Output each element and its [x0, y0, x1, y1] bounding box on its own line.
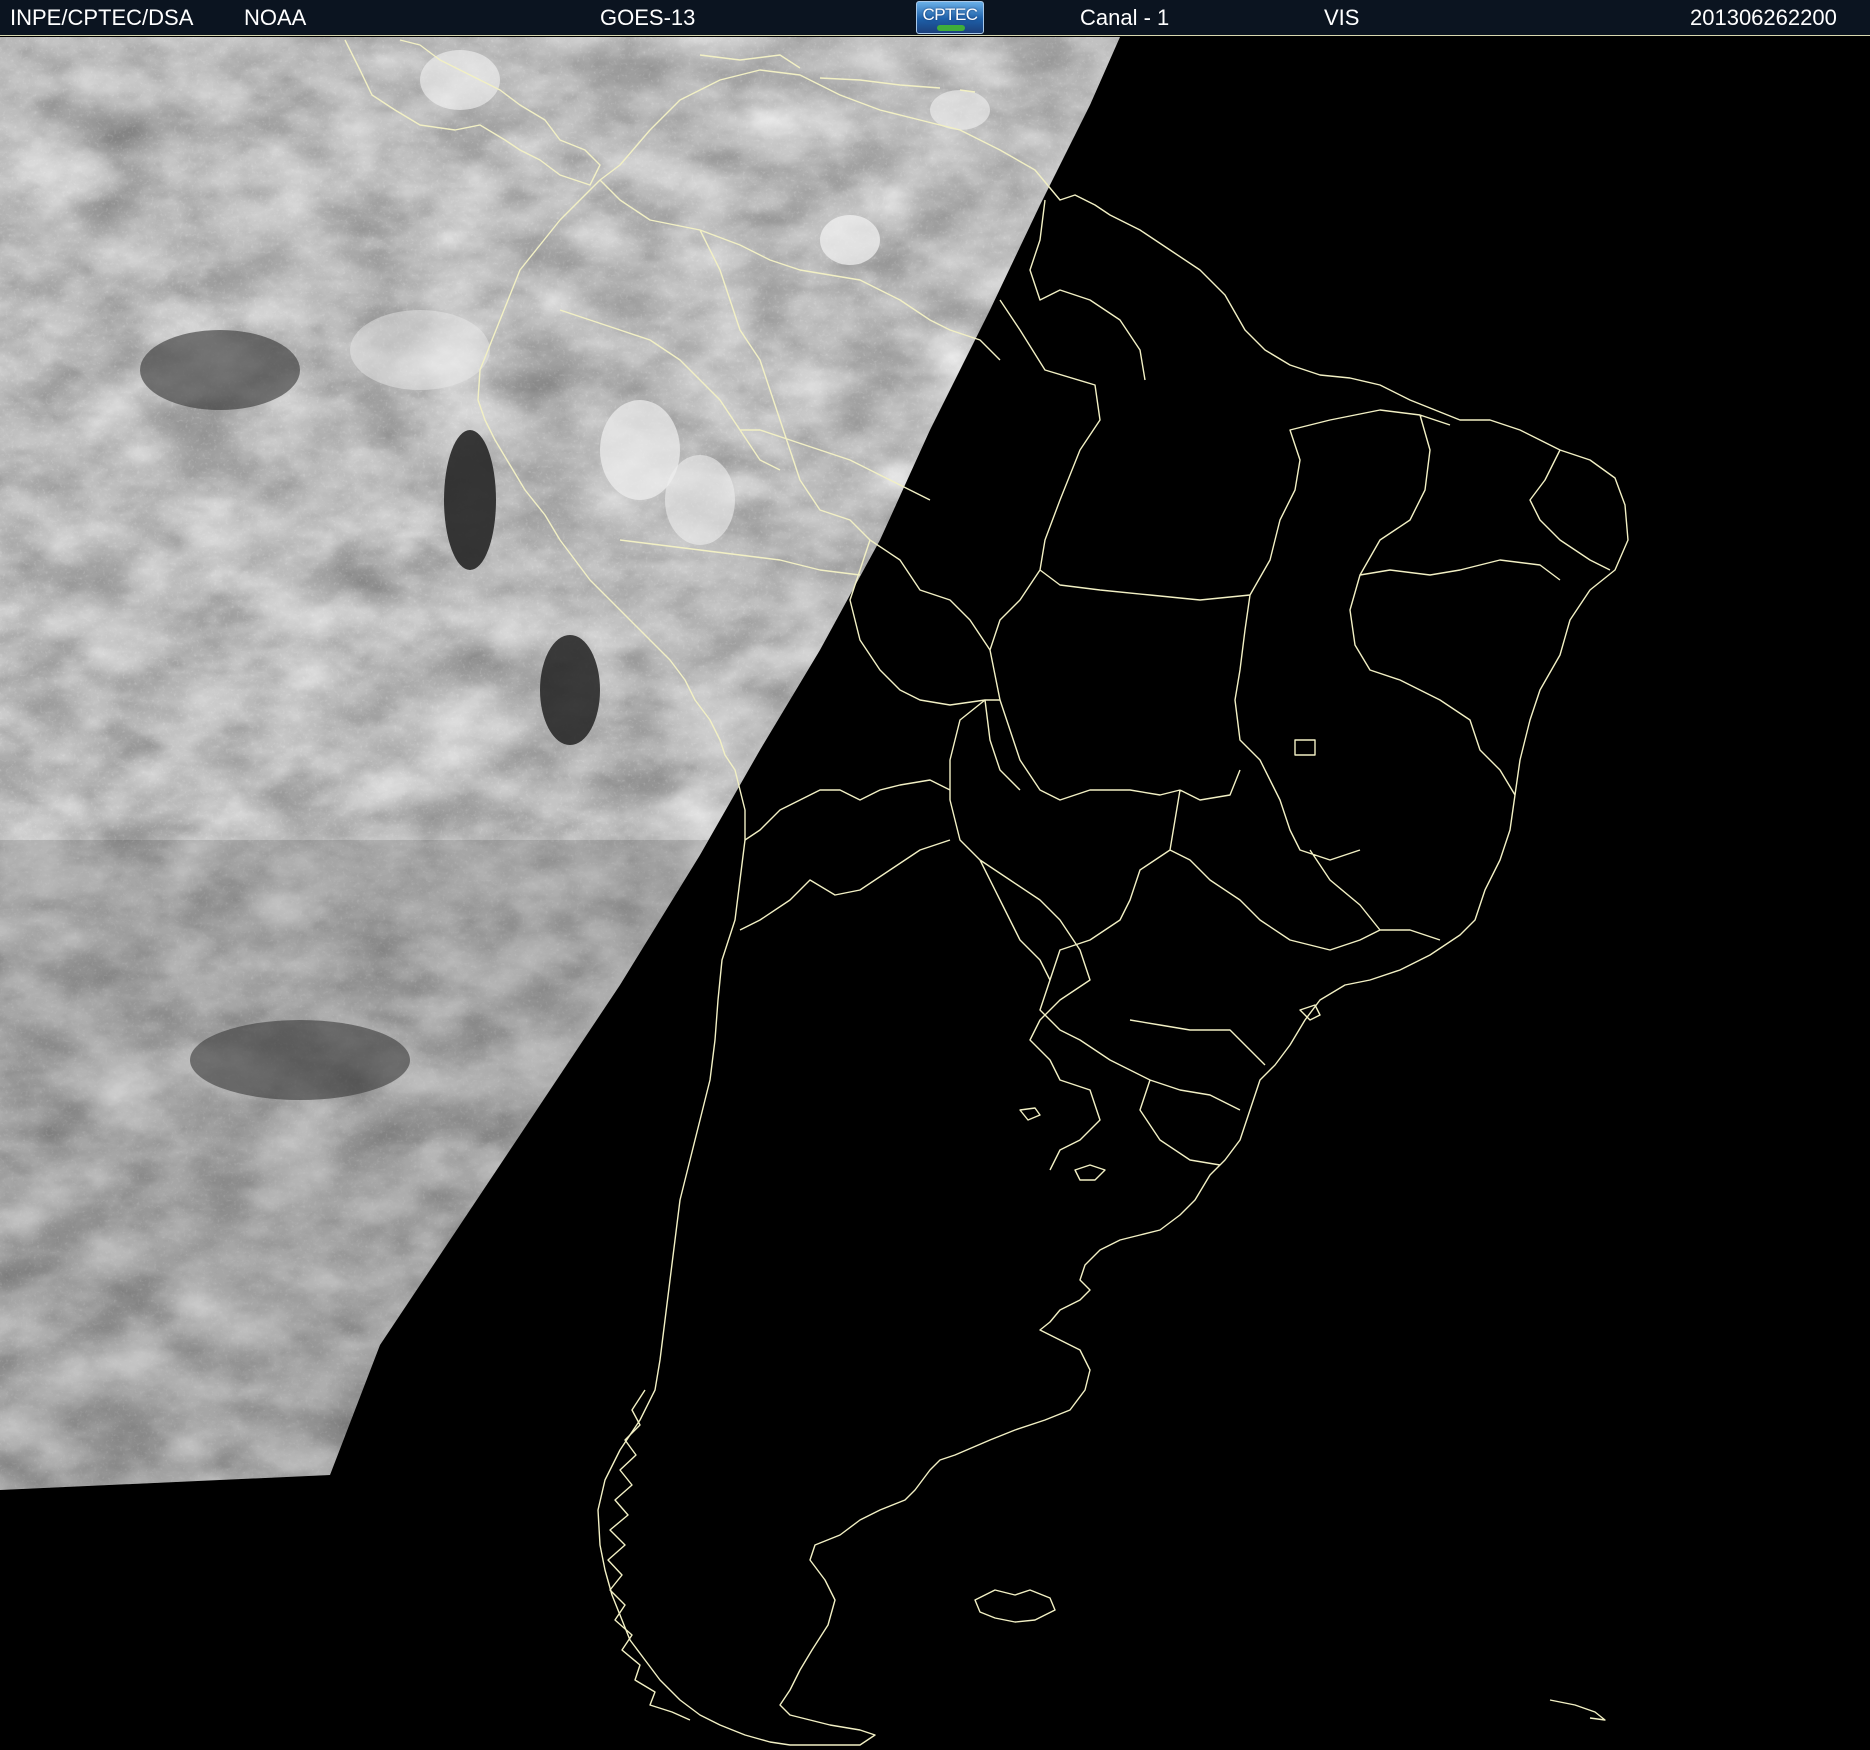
image-header-bar: INPE/CPTEC/DSA NOAA GOES-13 CPTEC Canal …	[0, 0, 1870, 36]
cptec-logo: CPTEC	[916, 1, 984, 34]
satellite-map	[0, 37, 1870, 1750]
timestamp-label: 201306262200	[1690, 5, 1837, 30]
provider-label: NOAA	[244, 5, 307, 30]
satellite-image-viewer: INPE/CPTEC/DSA NOAA GOES-13 CPTEC Canal …	[0, 0, 1870, 1750]
agency-label: INPE/CPTEC/DSA	[10, 5, 194, 30]
logo-text: CPTEC	[922, 5, 978, 24]
band-label: VIS	[1324, 5, 1360, 30]
channel-label: Canal - 1	[1080, 5, 1170, 30]
logo-leaf-icon	[937, 25, 965, 31]
satellite-label: GOES-13	[600, 5, 696, 30]
